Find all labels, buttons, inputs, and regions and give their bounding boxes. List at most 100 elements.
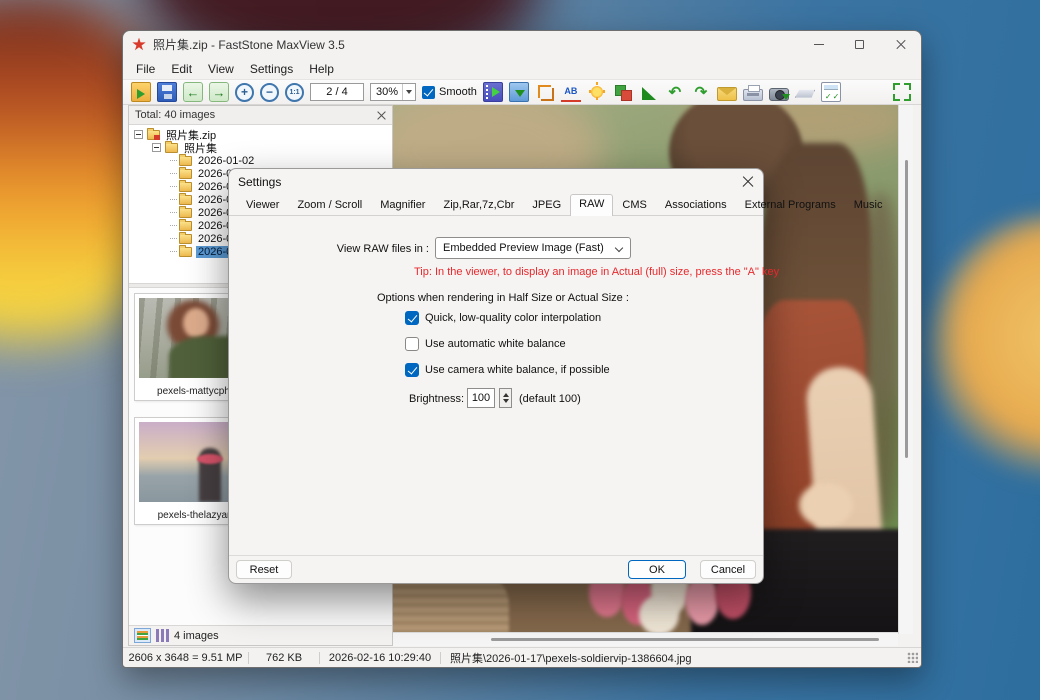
interpolation-checkbox[interactable] (405, 311, 419, 325)
brightness-stepper[interactable] (499, 388, 512, 408)
raw-view-select[interactable]: Embedded Preview Image (Fast) (435, 237, 631, 259)
rotate-right-icon[interactable] (691, 82, 711, 102)
checkbox-row-interpolation[interactable]: Quick, low-quality color interpolation (405, 311, 601, 325)
tree-item-date[interactable]: 2026-01-02 (129, 154, 392, 167)
smooth-toggle[interactable]: Smooth (422, 86, 477, 99)
total-images-label: Total: 40 images (135, 109, 215, 121)
tab-zoom-scroll[interactable]: Zoom / Scroll (288, 195, 371, 215)
tree-item-folder[interactable]: 照片集 (129, 141, 392, 154)
dialog-footer: Reset OK Cancel (229, 555, 763, 583)
brightness-default-hint: (default 100) (519, 393, 581, 405)
folder-icon (179, 221, 192, 231)
vertical-scrollbar-thumb[interactable] (905, 160, 908, 458)
smooth-checkbox[interactable] (422, 86, 435, 99)
page-indicator: 2 / 4 (310, 83, 364, 101)
close-icon[interactable] (880, 31, 921, 58)
folder-icon (179, 234, 192, 244)
fullscreen-icon[interactable] (893, 83, 911, 101)
checkbox-row-camera-white-balance[interactable]: Use camera white balance, if possible (405, 363, 610, 377)
horizontal-scrollbar-thumb[interactable] (491, 638, 879, 641)
collapse-icon[interactable] (152, 143, 161, 152)
raw-view-value: Embedded Preview Image (Fast) (443, 242, 604, 254)
rename-icon[interactable] (561, 82, 581, 102)
folder-icon (179, 247, 192, 257)
menu-edit[interactable]: Edit (163, 60, 200, 78)
folder-icon (179, 182, 192, 192)
horizontal-scrollbar[interactable] (393, 632, 898, 646)
tab-music[interactable]: Music (845, 195, 892, 215)
list-view-icon[interactable] (156, 629, 169, 642)
menu-settings[interactable]: Settings (242, 60, 301, 78)
auto-white-balance-checkbox[interactable] (405, 337, 419, 351)
tab-archives[interactable]: Zip,Rar,7z,Cbr (434, 195, 523, 215)
settings-dialog: Settings Viewer Zoom / Scroll Magnifier … (228, 168, 764, 584)
zoom-select[interactable]: 30% (370, 83, 416, 101)
folder-icon (179, 156, 192, 166)
tab-magnifier[interactable]: Magnifier (371, 195, 434, 215)
dialog-title-bar[interactable]: Settings (229, 169, 763, 194)
menu-file[interactable]: File (128, 60, 163, 78)
status-bar: 2606 x 3648 = 9.51 MP 762 KB 2026-02-16 … (123, 647, 921, 667)
folder-icon (179, 208, 192, 218)
resize-grip-icon[interactable] (907, 652, 918, 663)
screen-capture-icon[interactable] (769, 88, 789, 101)
chevron-down-icon (615, 244, 623, 252)
wallpaper-blob (930, 215, 1040, 485)
crop-icon[interactable] (535, 82, 555, 102)
menu-view[interactable]: View (200, 60, 242, 78)
maximize-icon[interactable] (839, 31, 880, 58)
close-icon[interactable] (742, 176, 754, 188)
zoom-out-icon[interactable] (260, 83, 279, 102)
actual-size-icon[interactable] (285, 83, 304, 102)
spin-up-icon[interactable] (503, 390, 509, 397)
zip-archive-icon (147, 130, 160, 140)
minimize-icon[interactable] (798, 31, 839, 58)
slideshow-icon[interactable] (483, 82, 503, 102)
settings-icon[interactable] (821, 82, 841, 102)
zoom-in-icon[interactable] (235, 83, 254, 102)
menu-help[interactable]: Help (301, 60, 342, 78)
colors-icon[interactable] (613, 82, 633, 102)
next-image-icon[interactable] (209, 82, 229, 102)
open-file-icon[interactable] (131, 82, 151, 102)
status-datetime: 2026-02-16 10:29:40 (320, 652, 440, 664)
tab-viewer[interactable]: Viewer (237, 195, 288, 215)
status-dimensions: 2606 x 3648 = 9.51 MP (123, 652, 248, 664)
view-raw-label: View RAW files in : (229, 243, 429, 255)
tree-item-zip-root[interactable]: 照片集.zip (129, 128, 392, 141)
reset-button[interactable]: Reset (236, 560, 292, 579)
rotate-left-icon[interactable] (665, 82, 685, 102)
previous-image-icon[interactable] (183, 82, 203, 102)
vertical-scrollbar[interactable] (898, 105, 913, 634)
email-icon[interactable] (717, 87, 737, 101)
raw-tab-panel: View RAW files in : Embedded Preview Ima… (229, 216, 763, 557)
save-icon[interactable] (157, 82, 177, 102)
title-bar[interactable]: 照片集.zip - FastStone MaxView 3.5 (123, 31, 921, 58)
tab-raw[interactable]: RAW (570, 194, 613, 216)
checkbox-label: Use automatic white balance (425, 338, 566, 350)
move-to-icon[interactable] (509, 82, 529, 102)
cancel-button[interactable]: Cancel (700, 560, 756, 579)
checkbox-label: Use camera white balance, if possible (425, 364, 610, 376)
thumbnail-view-icon[interactable] (134, 628, 151, 643)
tab-associations[interactable]: Associations (656, 195, 736, 215)
collapse-icon[interactable] (134, 130, 143, 139)
print-icon[interactable] (743, 89, 763, 101)
brightness-label: Brightness: (409, 393, 464, 405)
desktop: 照片集.zip - FastStone MaxView 3.5 File Edi… (0, 0, 1040, 700)
checkbox-row-auto-white-balance[interactable]: Use automatic white balance (405, 337, 566, 351)
close-panel-icon[interactable] (377, 111, 386, 120)
scanner-icon[interactable] (795, 88, 815, 101)
histogram-icon[interactable] (639, 82, 659, 102)
status-file-path: 照片集\2026-01-17\pexels-soldiervip-1386604… (441, 650, 907, 666)
zoom-value: 30% (376, 86, 398, 98)
ok-button[interactable]: OK (628, 560, 686, 579)
tab-cms[interactable]: CMS (613, 195, 655, 215)
tab-jpeg[interactable]: JPEG (523, 195, 570, 215)
camera-white-balance-checkbox[interactable] (405, 363, 419, 377)
spin-down-icon[interactable] (503, 399, 509, 406)
chevron-down-icon[interactable] (402, 84, 415, 100)
brightness-input[interactable]: 100 (467, 388, 495, 408)
brightness-icon[interactable] (587, 82, 607, 102)
tab-external-programs[interactable]: External Programs (736, 195, 845, 215)
